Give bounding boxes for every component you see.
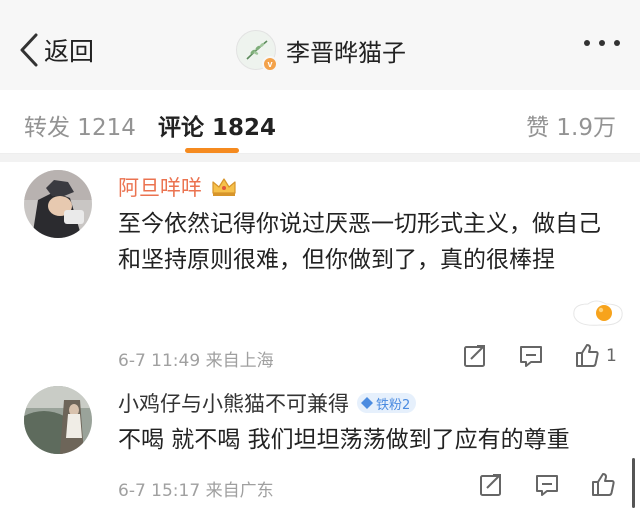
avatar[interactable]: [24, 386, 92, 454]
tab-comment[interactable]: 评论 1824: [158, 108, 276, 142]
thumbs-up-icon[interactable]: [574, 342, 600, 368]
tab-like[interactable]: 赞 1.9万: [526, 108, 616, 142]
verified-badge: v: [262, 56, 278, 72]
comment-username[interactable]: 阿旦咩咩: [118, 172, 202, 202]
like-count: 1: [606, 346, 617, 366]
comment-text: 不喝 就不喝 我们坦坦荡荡做到了应有的尊重: [118, 427, 570, 453]
comment-meta: 6-7 15:17 来自广东: [118, 481, 274, 501]
comment-username-row: 小鸡仔与小熊猫不可兼得 铁粉2: [118, 388, 417, 418]
comment-username-row: 阿旦咩咩: [118, 172, 238, 202]
back-button[interactable]: 返回: [18, 30, 94, 70]
share-icon[interactable]: [478, 472, 504, 498]
thumbs-up-icon[interactable]: [590, 471, 616, 497]
fried-egg-icon: [573, 300, 623, 326]
back-label: 返回: [44, 37, 95, 66]
tab-repost[interactable]: 转发 1214: [24, 108, 136, 142]
more-options-button[interactable]: [584, 40, 620, 46]
page-title: 李晋晔猫子: [286, 38, 406, 67]
comment-icon[interactable]: [518, 343, 544, 369]
comment-username[interactable]: 小鸡仔与小熊猫不可兼得: [118, 388, 349, 418]
page-title-group[interactable]: v 李晋晔猫子: [236, 26, 406, 74]
section-divider: [0, 154, 640, 162]
comment-icon[interactable]: [534, 472, 560, 498]
scrollbar[interactable]: [632, 458, 635, 508]
user-photo: [24, 170, 92, 238]
fan-level-badge: 铁粉2: [357, 393, 417, 413]
active-tab-indicator: [185, 148, 239, 153]
user-photo: [24, 386, 92, 454]
diamond-icon: [361, 397, 373, 409]
avatar[interactable]: [24, 170, 92, 238]
crown-icon: [212, 178, 236, 196]
share-icon[interactable]: [462, 343, 488, 369]
dot-icon: [614, 40, 620, 46]
chevron-left-icon: [20, 33, 38, 67]
dot-icon: [584, 40, 590, 46]
top-nav-bar: 返回 v 李晋晔猫子: [0, 0, 640, 90]
avatar[interactable]: v: [236, 30, 278, 72]
fan-badge-label: 铁粉2: [376, 397, 411, 413]
comment-meta: 6-7 11:49 来自上海: [118, 351, 274, 371]
dot-icon: [599, 40, 605, 46]
tab-bar: 转发 1214 评论 1824 赞 1.9万: [0, 90, 640, 154]
comment-text: 至今依然记得你说过厌恶一切形式主义，做自己和坚持原则很难，但你做到了，真的很棒捏: [118, 211, 601, 273]
